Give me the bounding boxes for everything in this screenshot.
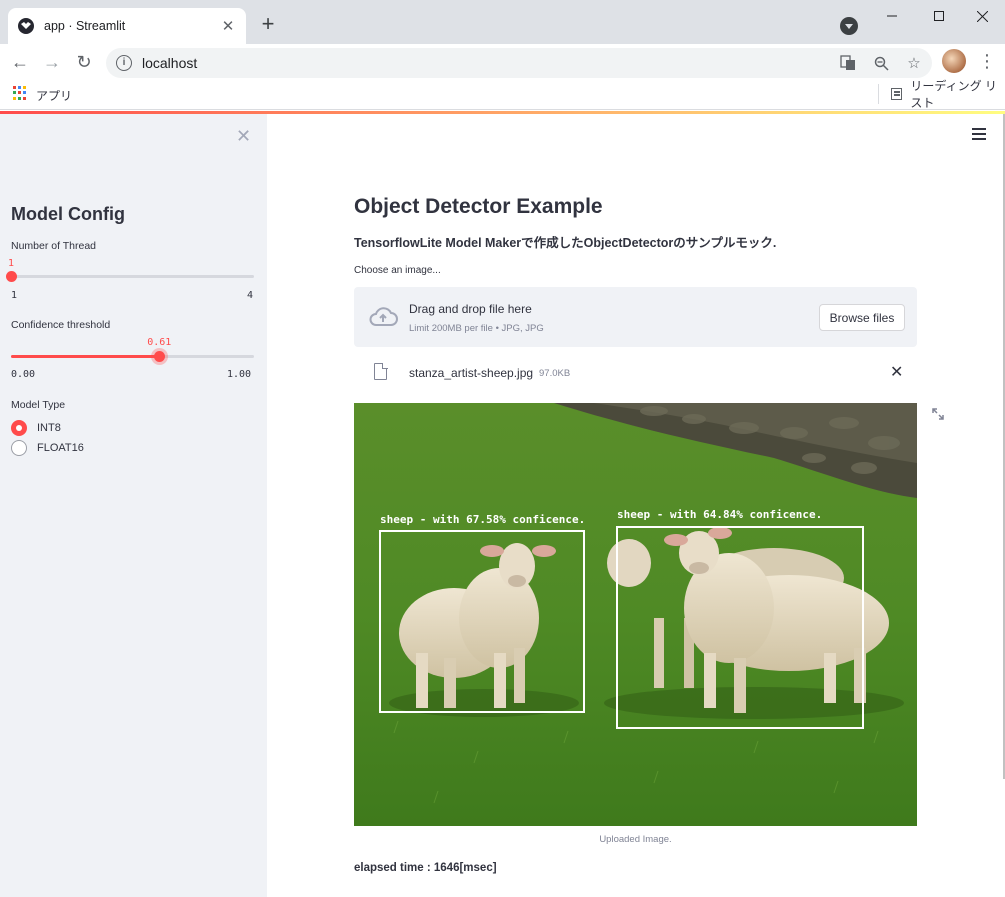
- browse-files-button[interactable]: Browse files: [819, 304, 905, 331]
- uploader-label: Choose an image...: [354, 265, 441, 276]
- confidence-slider-min: 0.00: [11, 369, 36, 380]
- reading-list-button[interactable]: リーディング リスト: [878, 79, 1005, 110]
- uploaded-file-size: 97.0KB: [539, 368, 571, 379]
- confidence-slider-label: Confidence threshold: [11, 319, 111, 331]
- radio-option-int8[interactable]: INT8: [11, 420, 61, 436]
- site-info-icon[interactable]: i: [116, 55, 132, 71]
- bookmark-star-icon[interactable]: ☆: [902, 48, 926, 78]
- radio-option-label: INT8: [37, 422, 61, 434]
- confidence-slider-track[interactable]: [11, 351, 254, 362]
- zoom-icon[interactable]: [869, 48, 893, 78]
- file-dropzone[interactable]: Drag and drop file here Limit 200MB per …: [354, 287, 917, 347]
- model-type-label: Model Type: [11, 399, 66, 411]
- sidebar: ✕ Model Config Number of Thread 1 1 4 Co…: [0, 114, 267, 897]
- minimize-icon[interactable]: [869, 0, 915, 32]
- page-title: Object Detector Example: [354, 195, 603, 218]
- dropzone-limit: Limit 200MB per file • JPG, JPG: [409, 323, 544, 334]
- detection-label: sheep - with 64.84% conficence.: [617, 508, 822, 521]
- sidebar-title: Model Config: [11, 204, 125, 224]
- thread-slider-thumb[interactable]: [5, 271, 17, 282]
- browser-toolbar: ← → ↻ i localhost ☆ ⋮: [0, 44, 1005, 80]
- apps-bookmark-label[interactable]: アプリ: [36, 87, 72, 104]
- thread-slider-min: 1: [11, 290, 18, 301]
- remove-file-icon[interactable]: ✕: [890, 362, 903, 382]
- fullscreen-icon[interactable]: [931, 407, 947, 423]
- apps-grid-icon[interactable]: [13, 86, 27, 100]
- reload-icon[interactable]: ↻: [72, 50, 96, 74]
- back-arrow-icon[interactable]: ←: [8, 50, 32, 74]
- confidence-slider-thumb[interactable]: [153, 351, 165, 362]
- detection-label: sheep - with 67.58% conficence.: [380, 513, 585, 526]
- browser-tab[interactable]: app · Streamlit ✕: [8, 8, 246, 44]
- forward-arrow-icon[interactable]: →: [40, 50, 64, 74]
- uploaded-file-row: stanza_artist-sheep.jpg 97.0KB ✕: [354, 356, 917, 388]
- thread-slider-label: Number of Thread: [11, 240, 97, 252]
- window-close-icon[interactable]: [959, 0, 1005, 32]
- browser-menu-icon[interactable]: ⋮: [978, 50, 996, 74]
- page-description: TensorflowLite Model Makerで作成したObjectDet…: [354, 236, 777, 250]
- uploaded-image: sheep - with 67.58% conficence. sheep - …: [354, 403, 917, 826]
- thread-slider-track[interactable]: [5, 271, 254, 282]
- bookmarks-bar: [0, 80, 1005, 110]
- main-menu-icon[interactable]: [972, 128, 986, 140]
- url-text: localhost: [142, 55, 198, 71]
- upload-cloud-icon: [369, 307, 398, 326]
- radio-unselected-icon[interactable]: [11, 440, 27, 456]
- tab-search-icon[interactable]: [840, 17, 858, 35]
- confidence-slider-max: 1.00: [227, 369, 252, 380]
- new-tab-icon[interactable]: +: [256, 12, 280, 36]
- radio-option-float16[interactable]: FLOAT16: [11, 440, 84, 456]
- radio-option-label: FLOAT16: [37, 442, 84, 454]
- tab-close-icon[interactable]: ✕: [220, 17, 236, 35]
- reading-list-label: リーディング リスト: [910, 79, 997, 110]
- confidence-slider-fill: [11, 355, 160, 358]
- maximize-icon[interactable]: [916, 0, 962, 32]
- confidence-slider-value: 0.61: [147, 337, 172, 348]
- uploaded-file-name: stanza_artist-sheep.jpg: [409, 366, 534, 380]
- profile-avatar[interactable]: [942, 49, 966, 73]
- address-bar[interactable]: i localhost ☆: [106, 48, 932, 78]
- elapsed-time: elapsed time : 1646[msec]: [354, 862, 497, 874]
- sidebar-close-icon[interactable]: ✕: [236, 126, 251, 147]
- thread-slider-max: 4: [247, 290, 254, 301]
- image-caption: Uploaded Image.: [599, 834, 672, 845]
- dropzone-instructions: Drag and drop file here: [409, 302, 532, 316]
- file-icon: [374, 362, 388, 380]
- reading-list-icon: [891, 88, 903, 100]
- radio-selected-icon[interactable]: [11, 420, 27, 436]
- streamlit-favicon-icon: [18, 18, 34, 34]
- tab-title: app · Streamlit: [44, 19, 126, 33]
- browser-tabstrip: app · Streamlit ✕ +: [0, 0, 1005, 44]
- translate-icon[interactable]: [836, 48, 860, 78]
- thread-slider-value: 1: [8, 258, 15, 269]
